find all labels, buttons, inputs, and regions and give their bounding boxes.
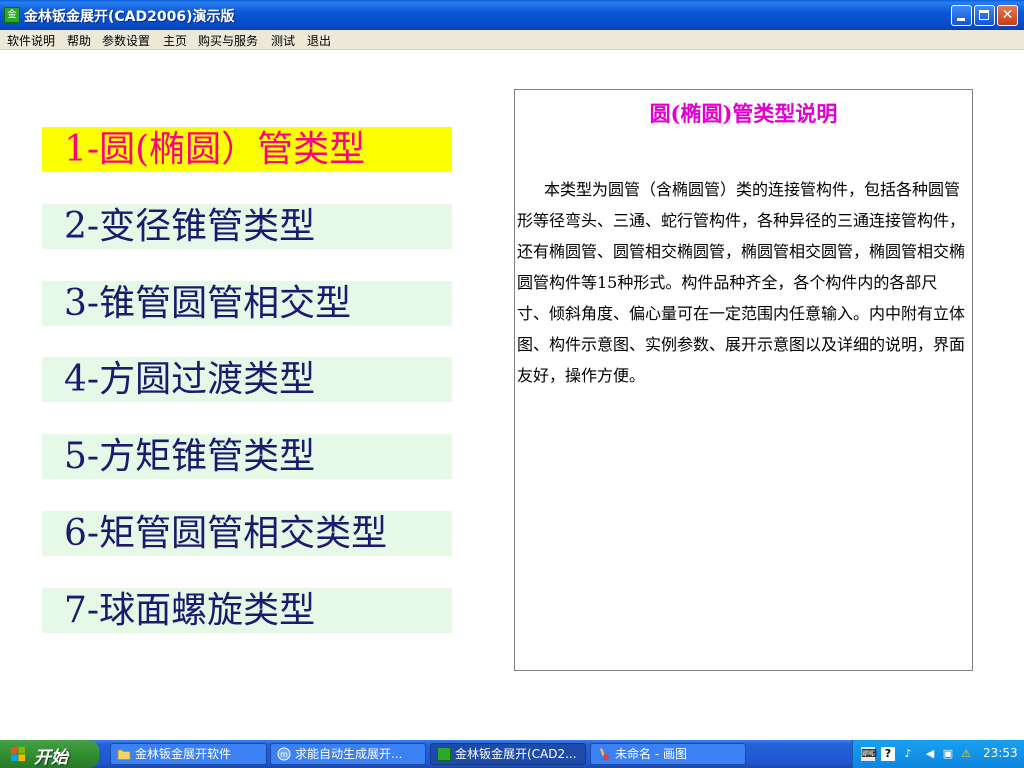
type-button-4[interactable]: 4-方圆过渡类型	[42, 357, 452, 402]
warning-icon[interactable]: ⚠	[959, 747, 973, 761]
task-label: 金林钣金展开(CAD2...	[455, 747, 577, 761]
task-label: 未命名 - 画图	[615, 747, 687, 761]
menu-param-settings[interactable]: 参数设置	[102, 32, 150, 49]
description-body: 本类型为圆管（含椭圆管）类的连接管构件，包括各种圆管形等径弯头、三通、蛇行管构件…	[517, 180, 966, 385]
task-folder[interactable]: 金林钣金展开软件	[110, 743, 267, 765]
menu-test[interactable]: 测试	[271, 32, 295, 49]
network-icon[interactable]: ▣	[941, 747, 955, 761]
maximize-icon	[979, 10, 989, 20]
type-button-6[interactable]: 6-矩管圆管相交类型	[42, 511, 452, 556]
keyboard-icon[interactable]: ⌨	[861, 747, 877, 761]
description-title: 圆(椭圆)管类型说明	[649, 101, 838, 126]
type-button-5[interactable]: 5-方矩锥管类型	[42, 434, 452, 479]
task-label: 求能自动生成展开...	[295, 747, 403, 761]
task-paint[interactable]: 未命名 - 画图	[590, 743, 746, 765]
task-app-active[interactable]: 金林钣金展开(CAD2...	[430, 743, 586, 765]
close-button[interactable]: ✕	[997, 5, 1018, 26]
maximize-button[interactable]	[974, 5, 995, 26]
type-button-3[interactable]: 3-锥管圆管相交型	[42, 281, 452, 326]
taskbar: 开始 金林钣金展开软件 m 求能自动生成展开... 金林钣金展开(CAD2... …	[0, 740, 1024, 768]
browser-icon: m	[277, 747, 291, 761]
app-logo-icon	[437, 747, 451, 761]
type-button-2[interactable]: 2-变径锥管类型	[42, 204, 452, 249]
minimize-button[interactable]	[951, 5, 972, 26]
paint-icon	[600, 748, 609, 760]
menu-help[interactable]: 帮助	[67, 32, 91, 49]
windows-logo-icon	[11, 747, 25, 761]
help-icon[interactable]: ?	[881, 747, 895, 761]
description-panel: 圆(椭圆)管类型说明 本类型为圆管（含椭圆管）类的连接管构件，包括各种圆管形等径…	[514, 89, 973, 671]
type-button-7[interactable]: 7-球面螺旋类型	[42, 588, 452, 633]
menu-purchase-service[interactable]: 购买与服务	[198, 32, 258, 49]
system-tray: ⌨ ? ♪ ◀ ▣ ⚠ 23:53	[852, 740, 1024, 768]
start-label: 开始	[34, 748, 68, 768]
task-browser[interactable]: m 求能自动生成展开...	[270, 743, 426, 765]
menu-bar: 软件说明 帮助 参数设置 主页 购买与服务 测试 退出	[0, 30, 1024, 50]
app-logo-icon: 金	[4, 7, 20, 23]
folder-icon	[117, 749, 131, 760]
tray-arrow-icon[interactable]: ◀	[923, 747, 937, 761]
menu-home[interactable]: 主页	[163, 32, 187, 49]
clock: 23:53	[983, 746, 1018, 760]
menu-exit[interactable]: 退出	[307, 32, 331, 49]
menu-software-info[interactable]: 软件说明	[7, 32, 55, 49]
title-bar[interactable]: 金 金林钣金展开(CAD2006)演示版 ✕	[0, 0, 1024, 30]
svg-text:m: m	[280, 750, 288, 759]
minimize-icon	[957, 18, 965, 21]
task-label: 金林钣金展开软件	[135, 747, 232, 761]
start-button[interactable]: 开始	[0, 740, 99, 768]
window-title: 金林钣金展开(CAD2006)演示版	[24, 9, 235, 25]
type-button-1[interactable]: 1-圆(椭圆）管类型	[42, 127, 452, 172]
close-icon: ✕	[1001, 7, 1014, 23]
volume-icon[interactable]: ♪	[901, 747, 915, 761]
